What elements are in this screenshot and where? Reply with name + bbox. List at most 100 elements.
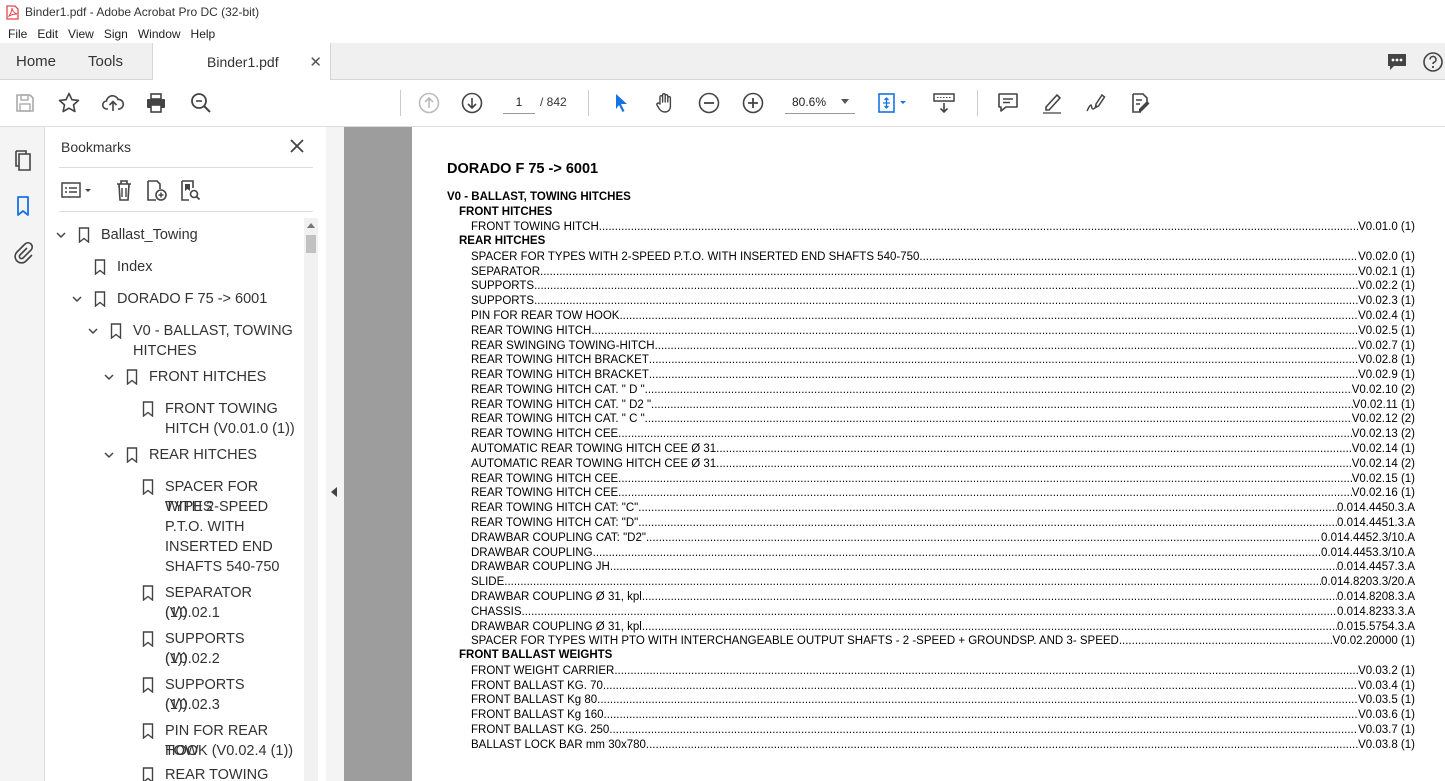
- close-panel-icon[interactable]: [288, 137, 306, 155]
- bookmark-panel-icon[interactable]: [10, 193, 36, 219]
- toc-row[interactable]: FRONT BALLAST KG. 250 V0.03.7 (1): [471, 722, 1415, 737]
- find-bookmark-icon[interactable]: [177, 177, 203, 203]
- bookmark-item[interactable]: FRONT HITCHES: [56, 367, 296, 387]
- bookmark-item[interactable]: V0 - BALLAST, TOWING HITCHES: [56, 321, 296, 361]
- bookmark-item[interactable]: PIN FOR REAR TOW HOOK (V0.02.4 (1)): [56, 721, 296, 761]
- menu-edit[interactable]: Edit: [37, 27, 58, 41]
- hand-tool-icon[interactable]: [652, 90, 678, 116]
- bookmark-item[interactable]: SEPARATOR (V0.02.1 (1)): [56, 583, 296, 623]
- toc-row[interactable]: SPACER FOR TYPES WITH PTO WITH INTERCHAN…: [471, 633, 1415, 648]
- next-page-icon[interactable]: [459, 90, 485, 116]
- collapse-panel-arrow-icon[interactable]: [331, 487, 337, 497]
- toc-row[interactable]: SUPPORTS V0.02.3 (1): [471, 293, 1415, 308]
- comment-bubble-icon[interactable]: [1385, 51, 1409, 73]
- toc-row[interactable]: SUPPORTS V0.02.2 (1): [471, 278, 1415, 293]
- toc-row[interactable]: FRONT BALLAST Kg 160 V0.03.6 (1): [471, 707, 1415, 722]
- toc-row[interactable]: AUTOMATIC REAR TOWING HITCH CEE Ø 31 V0.0…: [471, 441, 1415, 456]
- toc-row[interactable]: DRAWBAR COUPLING Ø 31, kpl 0.015.5754.3.A: [471, 619, 1415, 634]
- document-viewer[interactable]: DORADO F 75 -> 6001 V0 - BALLAST, TOWING…: [344, 127, 1445, 781]
- panel-collapse-gutter[interactable]: [326, 127, 344, 781]
- print-icon[interactable]: [143, 90, 169, 116]
- toc-row[interactable]: FRONT BALLAST Kg 80 V0.03.5 (1): [471, 692, 1415, 707]
- attachment-paperclip-icon[interactable]: [10, 239, 36, 265]
- toc-entry-code: V0.02.20000 (1): [1332, 635, 1415, 647]
- chevron-down-icon[interactable]: [88, 326, 98, 336]
- toc-row[interactable]: REAR TOWING HITCH CAT: "C" 0.014.4450.3.A: [471, 500, 1415, 515]
- chevron-down-icon[interactable]: [72, 294, 82, 304]
- toc-row[interactable]: FRONT WEIGHT CARRIER V0.03.2 (1): [471, 663, 1415, 678]
- toc-row[interactable]: SEPARATOR V0.02.1 (1): [471, 264, 1415, 279]
- tab-home[interactable]: Home: [16, 43, 56, 80]
- chevron-down-icon[interactable]: [104, 450, 114, 460]
- sign-icon[interactable]: [1083, 90, 1109, 116]
- toc-row[interactable]: REAR SWINGING TOWING-HITCH V0.02.7 (1): [471, 338, 1415, 353]
- help-icon[interactable]: [1421, 51, 1445, 73]
- toc-row[interactable]: DRAWBAR COUPLING JH 0.014.4457.3.A: [471, 559, 1415, 574]
- previous-page-icon[interactable]: [416, 90, 442, 116]
- menu-window[interactable]: Window: [138, 27, 181, 41]
- bookmark-item[interactable]: Index: [56, 257, 296, 277]
- tab-document[interactable]: Binder1.pdf ✕: [152, 43, 331, 81]
- toc-row[interactable]: DRAWBAR COUPLING 0.014.4453.3/10.A: [471, 545, 1415, 560]
- close-tab-icon[interactable]: ✕: [309, 53, 322, 71]
- toc-row[interactable]: REAR TOWING HITCH CAT. " D2 " V0.02.11 (1…: [471, 397, 1415, 412]
- menu-help[interactable]: Help: [191, 27, 216, 41]
- bookmark-item[interactable]: FRONT TOWING HITCH (V0.01.0 (1)): [56, 399, 296, 439]
- star-icon[interactable]: [56, 90, 82, 116]
- options-menu-icon[interactable]: [59, 177, 97, 203]
- toc-row[interactable]: DRAWBAR COUPLING Ø 31, kpl 0.014.8208.3.A: [471, 589, 1415, 604]
- new-bookmark-icon[interactable]: [143, 177, 169, 203]
- toc-row[interactable]: REAR TOWING HITCH CEE V0.02.13 (2): [471, 426, 1415, 441]
- delete-bookmark-icon[interactable]: [111, 177, 137, 203]
- zoom-out-icon[interactable]: [696, 90, 722, 116]
- toc-entry-name: REAR TOWING HITCH CEE: [471, 487, 619, 499]
- page-thumbnails-icon[interactable]: [10, 147, 36, 173]
- edit-pdf-icon[interactable]: [1127, 90, 1153, 116]
- menu-view[interactable]: View: [68, 27, 94, 41]
- cloud-upload-icon[interactable]: [100, 90, 126, 116]
- chevron-down-icon[interactable]: [104, 372, 114, 382]
- toc-row[interactable]: REAR TOWING HITCH V0.02.5 (1): [471, 323, 1415, 338]
- toc-row[interactable]: BALLAST LOCK BAR mm 30x780 V0.03.8 (1): [471, 737, 1415, 752]
- toc-row[interactable]: REAR TOWING HITCH CAT. " C " V0.02.12 (2): [471, 411, 1415, 426]
- toc-row[interactable]: REAR TOWING HITCH CEE V0.02.15 (1): [471, 471, 1415, 486]
- bookmark-item[interactable]: SUPPORTS (V0.02.2 (1)): [56, 629, 296, 669]
- bookmark-item[interactable]: REAR TOWING: [56, 765, 296, 781]
- menu-file[interactable]: File: [8, 27, 27, 41]
- bookmark-item[interactable]: Ballast_Towing: [56, 225, 296, 245]
- scroll-up-arrow-icon[interactable]: [307, 223, 315, 228]
- zoom-search-icon[interactable]: [188, 90, 214, 116]
- menu-sign[interactable]: Sign: [104, 27, 128, 41]
- toc-row[interactable]: REAR TOWING HITCH CEE V0.02.16 (1): [471, 485, 1415, 500]
- toc-row[interactable]: PIN FOR REAR TOW HOOK V0.02.4 (1): [471, 308, 1415, 323]
- toc-row[interactable]: REAR TOWING HITCH CAT: "D" 0.014.4451.3.A: [471, 515, 1415, 530]
- page-number-input[interactable]: 1: [503, 90, 535, 114]
- toc-row[interactable]: REAR TOWING HITCH BRACKET V0.02.9 (1): [471, 367, 1415, 382]
- bookmark-item[interactable]: DORADO F 75 -> 6001: [56, 289, 296, 309]
- highlight-pen-icon[interactable]: [1039, 90, 1065, 116]
- dot-leader: [610, 560, 1337, 574]
- toc-row[interactable]: FRONT TOWING HITCH V0.01.0 (1): [471, 219, 1415, 234]
- toc-row[interactable]: DRAWBAR COUPLING CAT: "D2" 0.014.4452.3/1…: [471, 530, 1415, 545]
- chevron-down-icon[interactable]: [56, 230, 66, 240]
- save-icon[interactable]: [12, 90, 38, 116]
- toc-row[interactable]: SLIDE 0.014.8203.3/20.A: [471, 574, 1415, 589]
- comment-icon[interactable]: [995, 90, 1021, 116]
- scroll-mode-icon[interactable]: [931, 90, 957, 116]
- toc-row[interactable]: CHASSIS 0.014.8233.3.A: [471, 604, 1415, 619]
- bookmark-item[interactable]: SUPPORTS (V0.02.3 (1)): [56, 675, 296, 715]
- zoom-level-select[interactable]: 80.6%: [785, 90, 855, 114]
- select-cursor-icon[interactable]: [608, 90, 634, 116]
- toc-row[interactable]: SPACER FOR TYPES WITH 2-SPEED P.T.O. WIT…: [471, 249, 1415, 264]
- zoom-in-icon[interactable]: [740, 90, 766, 116]
- scrollbar-thumb[interactable]: [306, 235, 316, 253]
- bookmark-item[interactable]: SPACER FOR TYPES WITH 2-SPEED P.T.O. WIT…: [56, 477, 296, 577]
- tab-tools[interactable]: Tools: [88, 43, 123, 80]
- toc-row[interactable]: REAR TOWING HITCH CAT. " D " V0.02.10 (2): [471, 382, 1415, 397]
- fit-page-icon[interactable]: [876, 90, 912, 116]
- toc-row[interactable]: REAR TOWING HITCH BRACKET V0.02.8 (1): [471, 352, 1415, 367]
- toc-row[interactable]: AUTOMATIC REAR TOWING HITCH CEE Ø 31 V0.0…: [471, 456, 1415, 471]
- toc-row[interactable]: FRONT BALLAST KG. 70 V0.03.4 (1): [471, 678, 1415, 693]
- bookmark-item[interactable]: REAR HITCHES: [56, 445, 296, 465]
- bookmarks-scrollbar[interactable]: [304, 218, 318, 781]
